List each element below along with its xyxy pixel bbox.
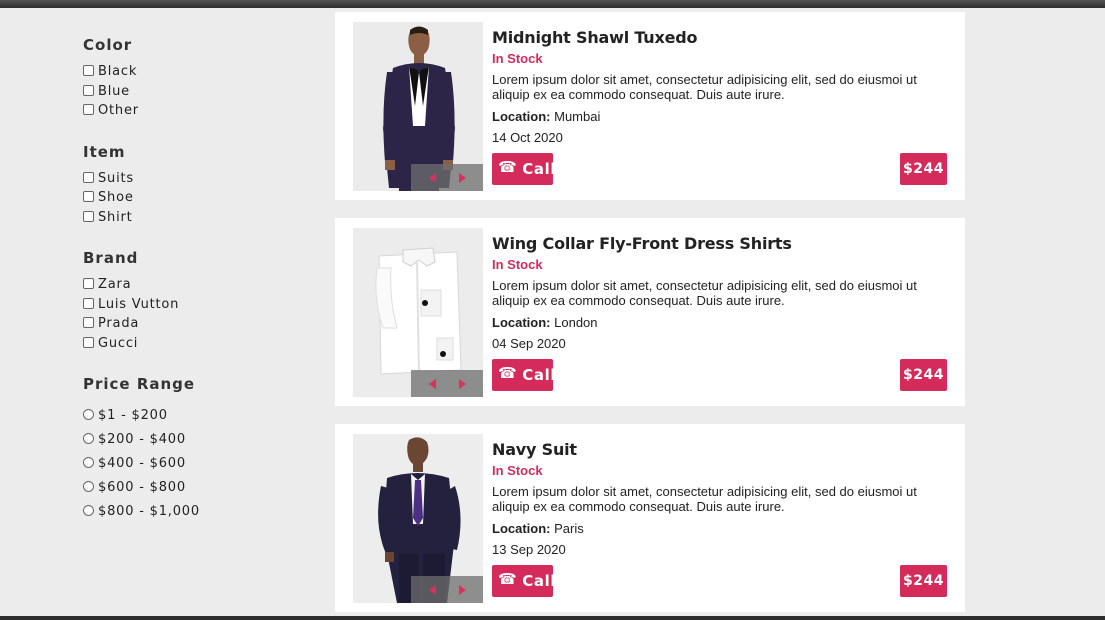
product-card: Midnight Shawl Tuxedo In Stock Lorem ips… <box>335 12 965 200</box>
price-button[interactable]: $244 <box>900 359 947 391</box>
checkbox[interactable] <box>83 171 94 183</box>
item-filter: Item Suits Shoe Shirt <box>83 143 313 228</box>
radio-button[interactable] <box>83 504 94 516</box>
image-slider-nav <box>411 576 483 603</box>
item-filter-title: Item <box>83 142 126 161</box>
image-slider-nav <box>411 370 483 397</box>
product-image-tuxedo[interactable] <box>353 22 483 191</box>
call-button[interactable]: ☎ Call <box>492 153 556 185</box>
color-option-black[interactable]: Black <box>83 62 313 82</box>
product-list: Midnight Shawl Tuxedo In Stock Lorem ips… <box>335 12 965 620</box>
product-date: 13 Sep 2020 <box>492 542 566 557</box>
radio-button[interactable] <box>83 480 94 492</box>
stock-status: In Stock <box>492 257 543 272</box>
product-card: Navy Suit In Stock Lorem ipsum dolor sit… <box>335 424 965 612</box>
product-title[interactable]: Wing Collar Fly-Front Dress Shirts <box>492 234 952 254</box>
item-option-shoe[interactable]: Shoe <box>83 188 313 208</box>
product-description: Lorem ipsum dolor sit amet, consectetur … <box>492 484 917 514</box>
location-value: London <box>554 315 598 330</box>
checkbox[interactable] <box>83 210 94 222</box>
product-title[interactable]: Midnight Shawl Tuxedo <box>492 28 952 48</box>
checkbox[interactable] <box>83 297 94 309</box>
window-top-bar <box>0 0 1105 8</box>
brand-filter: Brand Zara Luis Vutton Prada Gucci <box>83 249 313 353</box>
stock-status: In Stock <box>492 51 543 66</box>
product-details: Midnight Shawl Tuxedo In Stock Lorem ips… <box>492 28 952 145</box>
arrow-right-icon[interactable] <box>458 378 466 389</box>
product-title[interactable]: Navy Suit <box>492 440 952 460</box>
product-card: Wing Collar Fly-Front Dress Shirts In St… <box>335 218 965 406</box>
radio-button[interactable] <box>83 432 94 444</box>
product-location: Location: London <box>492 315 952 330</box>
product-date: 04 Sep 2020 <box>492 336 566 351</box>
brand-option-luis-vutton[interactable]: Luis Vutton <box>83 295 313 315</box>
checkbox[interactable] <box>83 104 94 116</box>
item-option-shirt[interactable]: Shirt <box>83 208 313 228</box>
product-details: Navy Suit In Stock Lorem ipsum dolor sit… <box>492 440 952 557</box>
color-option-other[interactable]: Other <box>83 101 313 121</box>
product-details: Wing Collar Fly-Front Dress Shirts In St… <box>492 234 952 351</box>
arrow-left-icon[interactable] <box>428 378 436 389</box>
stock-status: In Stock <box>492 463 543 478</box>
product-description: Lorem ipsum dolor sit amet, consectetur … <box>492 72 917 102</box>
product-image-navy-suit[interactable] <box>353 434 483 603</box>
location-label: Location: <box>492 521 551 536</box>
radio-button[interactable] <box>83 456 94 468</box>
image-slider-nav <box>411 164 483 191</box>
brand-filter-title: Brand <box>83 249 139 267</box>
checkbox[interactable] <box>83 336 94 348</box>
color-filter: Color Black Blue Other <box>83 36 313 121</box>
arrow-right-icon[interactable] <box>458 172 466 183</box>
checkbox[interactable] <box>83 317 94 329</box>
price-filter-title: Price Range <box>83 375 196 393</box>
arrow-right-icon[interactable] <box>458 584 466 595</box>
brand-option-gucci[interactable]: Gucci <box>83 334 313 354</box>
arrow-left-icon[interactable] <box>428 172 436 183</box>
product-location: Location: Paris <box>492 521 952 536</box>
price-option-400-600[interactable]: $400 - $600 <box>83 451 313 475</box>
window-bottom-bar <box>0 616 1105 620</box>
filter-sidebar: Color Black Blue Other Item Suits Shoe S… <box>83 36 313 545</box>
brand-option-prada[interactable]: Prada <box>83 314 313 334</box>
location-label: Location: <box>492 109 551 124</box>
phone-icon: ☎ <box>498 158 518 176</box>
price-button[interactable]: $244 <box>900 565 947 597</box>
product-description: Lorem ipsum dolor sit amet, consectetur … <box>492 278 917 308</box>
location-value: Paris <box>554 521 584 536</box>
checkbox[interactable] <box>83 278 94 290</box>
phone-icon: ☎ <box>498 570 518 588</box>
product-date: 14 Oct 2020 <box>492 130 563 145</box>
product-location: Location: Mumbai <box>492 109 952 124</box>
price-option-600-800[interactable]: $600 - $800 <box>83 475 313 499</box>
price-option-200-400[interactable]: $200 - $400 <box>83 427 313 451</box>
call-button[interactable]: ☎ Call <box>492 359 556 391</box>
location-value: Mumbai <box>554 109 601 124</box>
brand-option-zara[interactable]: Zara <box>83 275 313 295</box>
checkbox[interactable] <box>83 84 94 96</box>
price-option-1-200[interactable]: $1 - $200 <box>83 403 313 427</box>
call-button[interactable]: ☎ Call <box>492 565 556 597</box>
checkbox[interactable] <box>83 65 94 77</box>
radio-button[interactable] <box>83 408 94 420</box>
product-image-shirt[interactable] <box>353 228 483 397</box>
color-filter-title: Color <box>83 36 133 54</box>
location-label: Location: <box>492 315 551 330</box>
price-option-800-1000[interactable]: $800 - $1,000 <box>83 499 313 523</box>
price-button[interactable]: $244 <box>900 153 947 185</box>
color-option-blue[interactable]: Blue <box>83 82 313 102</box>
arrow-left-icon[interactable] <box>428 584 436 595</box>
checkbox[interactable] <box>83 191 94 203</box>
item-option-suits[interactable]: Suits <box>83 169 313 189</box>
price-filter: Price Range $1 - $200 $200 - $400 $400 -… <box>83 375 313 523</box>
phone-icon: ☎ <box>498 364 518 382</box>
